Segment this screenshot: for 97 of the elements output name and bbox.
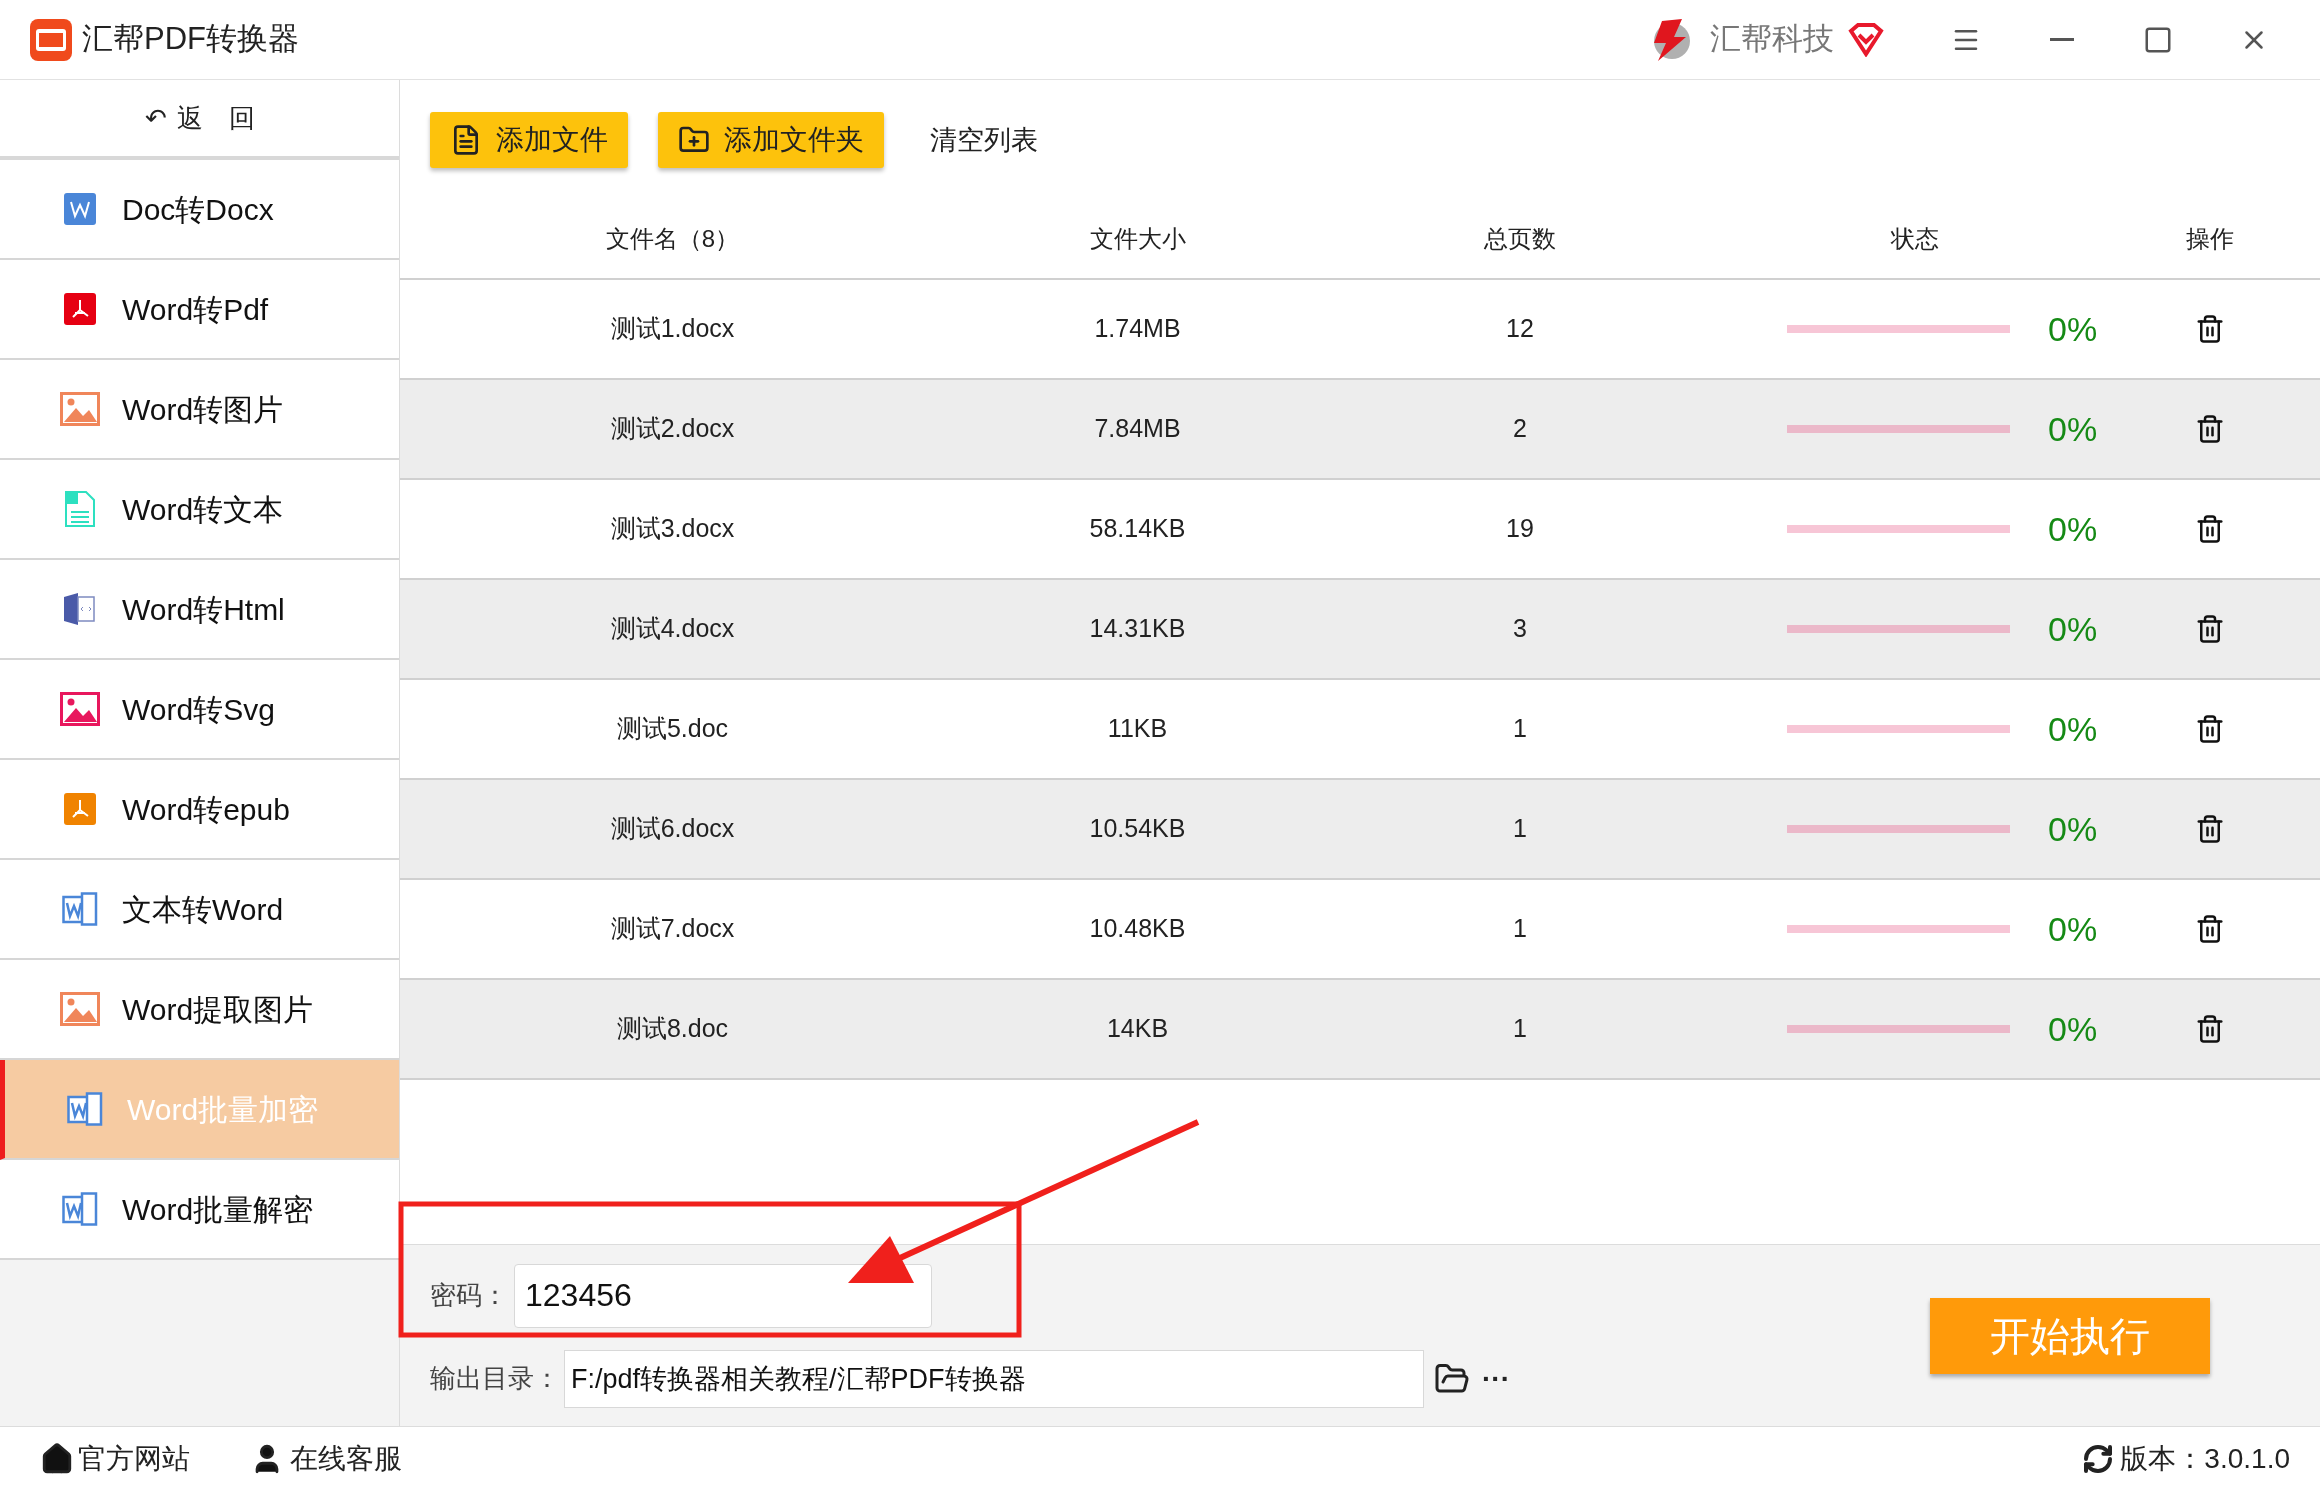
code-file-icon: [62, 591, 98, 627]
word-file-icon: [62, 892, 98, 926]
more-button[interactable]: ···: [1482, 1357, 1510, 1400]
sidebar-item[interactable]: Doc转Docx: [0, 160, 399, 260]
trash-icon: [2195, 914, 2225, 944]
progress-percent: 0%: [2048, 408, 2098, 450]
trash-icon: [2195, 1014, 2225, 1044]
column-header: 总页数: [1484, 224, 1556, 254]
image-icon: [60, 992, 100, 1026]
column-header: 状态: [1891, 224, 1939, 254]
sidebar-item[interactable]: Word转Html: [0, 560, 399, 660]
table-cell-text: 测试4.docx: [610, 613, 735, 645]
table-cell-text: 1: [1513, 713, 1527, 745]
table-cell-text: 14KB: [1106, 1013, 1169, 1045]
output-label: 输出目录：: [430, 1362, 560, 1395]
column-header: 文件大小: [1089, 224, 1186, 254]
trash-icon: [2195, 314, 2225, 344]
image-icon: [60, 392, 100, 426]
minimize-icon: [2050, 38, 2074, 41]
table-cell-text: 7.84MB: [1094, 413, 1181, 445]
diamond-heart-icon: [1848, 22, 1884, 57]
table-cell-text: 3: [1513, 613, 1527, 645]
output-path-field[interactable]: F:/pdf转换器相关教程/汇帮PDF转换器: [564, 1349, 1424, 1408]
trash-icon: [2195, 514, 2225, 544]
word-file-icon: [62, 1192, 98, 1226]
table-row[interactable]: 测试4.docx 14.31KB 3 0%: [400, 580, 2320, 680]
trash-icon: [2195, 414, 2225, 444]
sidebar-item[interactable]: Word转Svg: [0, 660, 399, 760]
table-cell-text: 58.14KB: [1089, 513, 1186, 545]
add-file-button[interactable]: 添加文件: [430, 112, 628, 168]
sidebar-item[interactable]: Word批量解密: [0, 1160, 399, 1260]
document-icon: [64, 793, 96, 825]
pdf-icon: [64, 293, 96, 325]
support-link[interactable]: 在线客服: [250, 1437, 402, 1480]
progress-percent: 0%: [2048, 308, 2098, 350]
word-file-icon: [67, 1092, 103, 1126]
table-cell-text: 10.54KB: [1089, 813, 1186, 845]
table-cell-text: 1.74MB: [1094, 313, 1181, 345]
window-title: 汇帮PDF转换器: [82, 20, 299, 59]
table-cell-text: 1: [1513, 1013, 1527, 1045]
text-file-icon: [64, 490, 96, 528]
table-cell-text: 1: [1513, 813, 1527, 845]
progress-percent: 0%: [2048, 508, 2098, 550]
delete-button[interactable]: [2195, 1014, 2225, 1044]
table-cell-text: 11KB: [1107, 713, 1168, 745]
password-label: 密码：: [430, 1279, 508, 1312]
delete-button[interactable]: [2195, 914, 2225, 944]
progress-percent: 0%: [2048, 608, 2098, 650]
delete-button[interactable]: [2195, 614, 2225, 644]
add-folder-button[interactable]: 添加文件夹: [658, 112, 884, 168]
sidebar-item[interactable]: Word转epub: [0, 760, 399, 860]
clear-list-button[interactable]: 清空列表: [914, 112, 1054, 168]
back-button[interactable]: ↶ 返 回: [0, 80, 399, 160]
table-cell-text: 测试3.docx: [610, 513, 735, 545]
sidebar-item[interactable]: 文本转Word: [0, 860, 399, 960]
website-link[interactable]: 官方网站: [40, 1437, 190, 1480]
trash-icon: [2195, 814, 2225, 844]
refresh-icon: [2082, 1442, 2115, 1475]
column-header: 操作: [2186, 224, 2234, 254]
table-cell-text: 1: [1513, 913, 1527, 945]
version-button[interactable]: 版本：3.0.1.0: [2082, 1437, 2290, 1480]
table-cell-text: 12: [1506, 313, 1534, 345]
table-cell-text: 测试5.doc: [616, 713, 729, 745]
table-cell-text: 测试7.docx: [610, 913, 735, 945]
sidebar-item[interactable]: Word转Pdf: [0, 260, 399, 360]
table-cell-text: 测试6.docx: [610, 813, 735, 845]
table-cell-text: 测试8.doc: [616, 1013, 729, 1045]
document-icon: [64, 193, 96, 225]
home-icon: [40, 1441, 74, 1476]
delete-button[interactable]: [2195, 714, 2225, 744]
delete-button[interactable]: [2195, 314, 2225, 344]
table-cell-text: 19: [1506, 513, 1534, 545]
sidebar-item[interactable]: Word转文本: [0, 460, 399, 560]
progress-percent: 0%: [2048, 708, 2098, 750]
delete-button[interactable]: [2195, 414, 2225, 444]
sidebar-item[interactable]: Word提取图片: [0, 960, 399, 1060]
image-icon: [60, 692, 100, 726]
table-cell-text: 2: [1513, 413, 1527, 445]
table-row[interactable]: 测试2.docx 7.84MB 2 0%: [400, 380, 2320, 480]
password-field[interactable]: 123456: [514, 1263, 932, 1328]
progress-percent: 0%: [2048, 808, 2098, 850]
column-header: 文件名（8）: [605, 224, 740, 254]
progress-percent: 0%: [2048, 908, 2098, 950]
trash-icon: [2195, 714, 2225, 744]
delete-button[interactable]: [2195, 814, 2225, 844]
brand-name: 汇帮科技: [1710, 20, 1834, 59]
table-cell-text: 14.31KB: [1089, 613, 1186, 645]
table-row[interactable]: 测试6.docx 10.54KB 1 0%: [400, 780, 2320, 880]
trash-icon: [2195, 614, 2225, 644]
table-row[interactable]: 测试8.doc 14KB 1 0%: [400, 980, 2320, 1080]
table-cell-text: 测试1.docx: [610, 313, 735, 345]
sidebar-item[interactable]: Word转图片: [0, 360, 399, 460]
app-logo-icon: [30, 18, 72, 61]
progress-percent: 0%: [2048, 1008, 2098, 1050]
table-cell-text: 测试2.docx: [610, 413, 735, 445]
table-cell-text: 10.48KB: [1089, 913, 1186, 945]
delete-button[interactable]: [2195, 514, 2225, 544]
